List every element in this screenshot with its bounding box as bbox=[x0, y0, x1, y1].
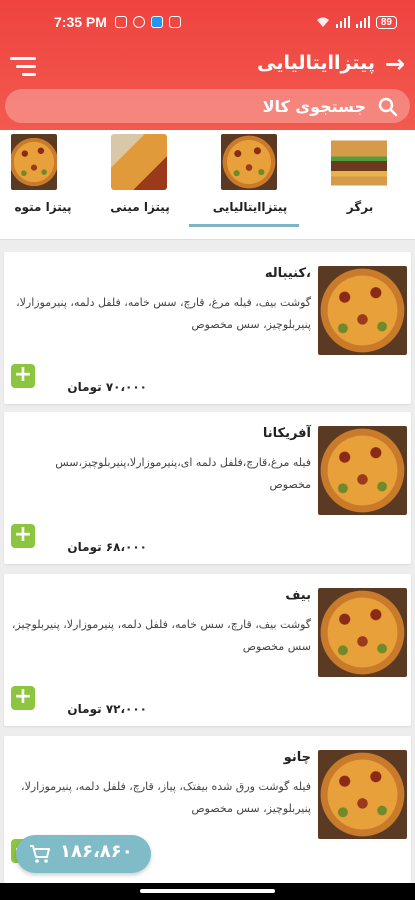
signal-icon bbox=[355, 16, 370, 28]
add-to-cart-button[interactable]: + bbox=[11, 364, 35, 388]
alarm-icon bbox=[114, 16, 127, 28]
battery-icon: 89 bbox=[375, 15, 397, 29]
product-description: گوشت بیف، فیله مرغ، قارچ، سس خامه، فلفل … bbox=[16, 296, 311, 331]
product-card[interactable]: ،کنیباله گوشت بیف، فیله مرغ، قارچ، سس خا… bbox=[4, 252, 411, 404]
status-time: 7:35 PM bbox=[54, 14, 107, 30]
product-title: ،کنیباله bbox=[264, 266, 311, 281]
add-to-cart-button[interactable]: + bbox=[11, 686, 35, 710]
tab-selected-indicator bbox=[189, 224, 299, 227]
home-handle[interactable] bbox=[140, 889, 275, 893]
add-to-cart-button[interactable]: + bbox=[11, 524, 35, 548]
tab-label: پیتزا مینی bbox=[110, 200, 170, 214]
search-icon[interactable] bbox=[378, 97, 398, 117]
wifi-icon bbox=[316, 17, 329, 27]
product-price: ۷۰،۰۰۰ تومان bbox=[67, 380, 147, 394]
product-card[interactable]: آفریکانا فیله مرغ،قارچ،فلفل دلمه ای،پنیر… bbox=[4, 412, 411, 564]
burger-image bbox=[331, 134, 387, 190]
cart-icon bbox=[30, 845, 50, 863]
product-card[interactable]: بیف گوشت بیف، قارچ، سس خامه، فلفل دلمه، … bbox=[4, 574, 411, 726]
tab-mini-pizza[interactable]: پیتزا مینی bbox=[85, 130, 195, 240]
product-title: بیف bbox=[285, 588, 311, 603]
product-price: ۶۸،۰۰۰ تومان bbox=[67, 540, 147, 554]
instagram-icon bbox=[168, 16, 181, 28]
product-image bbox=[318, 588, 407, 677]
toolbar: پیتزاایتالیایی → bbox=[0, 46, 415, 86]
hamburger-menu-icon[interactable] bbox=[8, 54, 36, 78]
page-title: پیتزاایتالیایی bbox=[257, 52, 375, 74]
product-image bbox=[318, 426, 407, 515]
system-nav-bar bbox=[0, 883, 415, 900]
tab-burger[interactable]: برگر bbox=[305, 130, 415, 240]
tab-medium-pizza[interactable]: پیتزا متوه bbox=[0, 130, 85, 240]
search-input[interactable] bbox=[36, 89, 366, 123]
category-tabs: برگر پیتزاایتالیایی پیتزا مینی پیتزا متو… bbox=[0, 130, 415, 240]
product-image bbox=[318, 266, 407, 355]
pizza-slice-image bbox=[111, 134, 167, 190]
search-bar[interactable] bbox=[5, 89, 410, 123]
product-description: گوشت بیف، قارچ، سس خامه، فلفل دلمه، پنیر… bbox=[11, 618, 311, 653]
product-description: فیله گوشت ورق شده بیفتک، پیاز، قارچ، فلف… bbox=[21, 780, 311, 815]
message-icon bbox=[150, 16, 163, 28]
product-title: آفریکانا bbox=[262, 426, 311, 441]
product-price: ۷۲،۰۰۰ تومان bbox=[67, 702, 147, 716]
cart-total: ۱۸۶،۸۶۰ bbox=[60, 841, 133, 862]
whatsapp-icon bbox=[132, 16, 145, 28]
tab-label: پیتزاایتالیایی bbox=[212, 200, 288, 214]
cart-button[interactable]: ۱۸۶،۸۶۰ bbox=[16, 835, 151, 873]
product-image bbox=[318, 750, 407, 839]
signal-icon bbox=[335, 16, 350, 28]
pizza-image bbox=[11, 134, 57, 190]
tab-label: پیتزا متوه bbox=[14, 200, 72, 214]
product-description: فیله مرغ،قارچ،فلفل دلمه ای،پنیرموزارلا،پ… bbox=[55, 456, 311, 491]
pizza-image bbox=[221, 134, 277, 190]
plus-icon: + bbox=[13, 684, 33, 709]
status-bar: 7:35 PM 89 bbox=[0, 0, 415, 44]
plus-icon: + bbox=[13, 362, 33, 387]
app-header: 7:35 PM 89 پیتزاایتالیایی → bbox=[0, 0, 415, 130]
arrow-right-icon[interactable]: → bbox=[385, 50, 405, 78]
plus-icon: + bbox=[13, 522, 33, 547]
product-title: چانو bbox=[283, 750, 311, 765]
tab-label: برگر bbox=[346, 200, 374, 214]
